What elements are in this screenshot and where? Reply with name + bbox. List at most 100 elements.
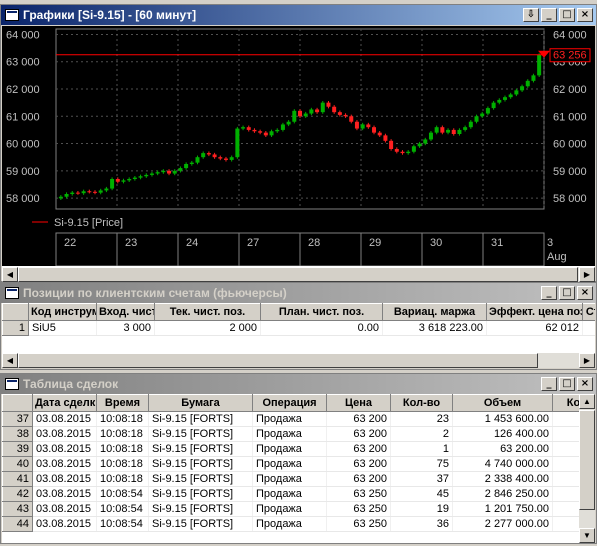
- date-label: 30: [430, 237, 442, 249]
- table-row[interactable]: 44 03.08.2015 10:08:54 Si-9.15 [FORTS] Прода…: [2, 516, 579, 532]
- candle-body: [337, 112, 342, 115]
- table-row[interactable]: 43 03.08.2015 10:08:54 Si-9.15 [FORTS] Прода…: [2, 501, 579, 517]
- col-header[interactable]: Кол-во: [390, 394, 453, 412]
- candle-body: [144, 174, 149, 177]
- col-header[interactable]: Эффект. цена поз.: [486, 303, 583, 321]
- candle-body: [537, 54, 542, 76]
- col-header[interactable]: Время: [96, 394, 149, 412]
- table-row[interactable]: 39 03.08.2015 10:08:18 Si-9.15 [FORTS] Прода…: [2, 441, 579, 457]
- col-header[interactable]: Ст: [582, 303, 595, 321]
- maximize-icon[interactable]: □: [559, 8, 575, 22]
- positions-titlebar[interactable]: Позиции по клиентским счетам (фьючерсы) …: [1, 283, 596, 303]
- trades-window-icon: [5, 378, 19, 390]
- trades-titlebar[interactable]: Таблица сделок _ □ ×: [1, 374, 596, 394]
- candle-body: [451, 129, 456, 134]
- candle-body: [223, 158, 228, 160]
- cell-sec: Si-9.15 [FORTS]: [148, 411, 253, 427]
- col-header[interactable]: Код инструмента: [28, 303, 97, 321]
- scroll-left-icon[interactable]: ◀: [2, 267, 18, 282]
- chart-titlebar[interactable]: Графики [Si-9.15] - [60 минут] ⇩ _ □ ×: [1, 5, 596, 25]
- scroll-thumb[interactable]: [579, 410, 595, 510]
- cell-sec: Si-9.15 [FORTS]: [148, 501, 253, 517]
- chart-window-title: Графики [Si-9.15] - [60 минут]: [23, 8, 197, 22]
- scroll-right-icon[interactable]: ▶: [579, 267, 595, 282]
- cell-date: 03.08.2015: [32, 516, 97, 532]
- cell-date: 03.08.2015: [32, 471, 97, 487]
- candle-body: [235, 128, 240, 158]
- cell-op: Продажа: [252, 516, 327, 532]
- close-icon[interactable]: ×: [577, 8, 593, 22]
- candle-body: [480, 113, 485, 117]
- close-icon[interactable]: ×: [577, 377, 593, 391]
- trades-vscrollbar[interactable]: ▲ ▼: [579, 394, 595, 543]
- date-label: 31: [491, 237, 503, 249]
- cell-price: 63 200: [326, 441, 391, 457]
- table-row[interactable]: 1 SiU5 3 000 2 000 0.00 3 618 223.00 62 …: [2, 320, 595, 336]
- col-header[interactable]: Ком: [552, 394, 579, 412]
- scroll-up-icon[interactable]: ▲: [579, 394, 595, 409]
- cell-n: 40: [2, 456, 33, 472]
- positions-hscrollbar[interactable]: ◀ ▶: [2, 352, 595, 368]
- col-header[interactable]: Операция: [252, 394, 327, 412]
- candle-body: [514, 90, 519, 95]
- chart-hscrollbar[interactable]: ◀ ▶: [2, 266, 595, 282]
- maximize-icon[interactable]: □: [559, 286, 575, 300]
- col-header[interactable]: Цена: [326, 394, 391, 412]
- candle-body: [269, 131, 274, 136]
- candle-body: [406, 151, 411, 154]
- y-tick-label: 59 000: [6, 166, 40, 178]
- cell-n: 39: [2, 441, 33, 457]
- scroll-thumb[interactable]: [18, 353, 538, 368]
- cell-n: 42: [2, 486, 33, 502]
- col-header[interactable]: Вход. чистые: [96, 303, 155, 321]
- pin-icon[interactable]: ⇩: [523, 8, 539, 22]
- chart-window-icon: [5, 9, 19, 21]
- scroll-thumb[interactable]: [18, 267, 578, 282]
- scroll-left-icon[interactable]: ◀: [2, 353, 18, 368]
- col-header[interactable]: План. чист. поз.: [260, 303, 383, 321]
- trades-window[interactable]: Таблица сделок _ □ × Дата сделки Время Б…: [0, 373, 597, 544]
- candle-body: [212, 154, 217, 158]
- cell-date: 03.08.2015: [32, 411, 97, 427]
- minimize-icon[interactable]: _: [541, 8, 557, 22]
- col-header[interactable]: Тек. чист. поз.: [154, 303, 261, 321]
- cell-op: Продажа: [252, 471, 327, 487]
- minimize-icon[interactable]: _: [541, 286, 557, 300]
- candle-body: [263, 132, 268, 136]
- candle-body: [155, 172, 160, 174]
- candle-body: [354, 121, 359, 129]
- close-icon[interactable]: ×: [577, 286, 593, 300]
- cell-price: 63 200: [326, 411, 391, 427]
- cell-sec: Si-9.15 [FORTS]: [148, 471, 253, 487]
- table-row[interactable]: 42 03.08.2015 10:08:54 Si-9.15 [FORTS] Прода…: [2, 486, 579, 502]
- candle-body: [343, 114, 348, 117]
- cell-margin: 3 618 223.00: [382, 320, 487, 336]
- cell-empty: [582, 320, 595, 336]
- cell-n: 37: [2, 411, 33, 427]
- chart-area[interactable]: 64 000 63 000 62 000 61 000 60 000 59 000 58 0…: [2, 26, 595, 266]
- cell-price: 63 250: [326, 501, 391, 517]
- minimize-icon[interactable]: _: [541, 377, 557, 391]
- col-header[interactable]: Дата сделки: [32, 394, 97, 412]
- scroll-down-icon[interactable]: ▼: [579, 528, 595, 543]
- candle-body: [206, 153, 211, 155]
- candle-body: [332, 106, 337, 113]
- scroll-right-icon[interactable]: ▶: [579, 353, 595, 368]
- cell-plan: 0.00: [260, 320, 383, 336]
- col-header[interactable]: Объем: [452, 394, 553, 412]
- positions-table: Код инструмента Вход. чистые Тек. чист. …: [2, 303, 595, 336]
- positions-window[interactable]: Позиции по клиентским счетам (фьючерсы) …: [0, 282, 597, 370]
- chart-window[interactable]: Графики [Si-9.15] - [60 минут] ⇩ _ □ × 6…: [0, 4, 597, 282]
- table-row[interactable]: 41 03.08.2015 10:08:18 Si-9.15 [FORTS] Прода…: [2, 471, 579, 487]
- table-row[interactable]: 40 03.08.2015 10:08:18 Si-9.15 [FORTS] Прода…: [2, 456, 579, 472]
- col-header[interactable]: Бумага: [148, 394, 253, 412]
- table-row[interactable]: 37 03.08.2015 10:08:18 Si-9.15 [FORTS] Прода…: [2, 411, 579, 427]
- cell-date: 03.08.2015: [32, 501, 97, 517]
- row-number: 1: [2, 320, 29, 336]
- maximize-icon[interactable]: □: [559, 377, 575, 391]
- price-chart[interactable]: 64 000 63 000 62 000 61 000 60 000 59 000 58 0…: [2, 26, 595, 266]
- cell-empty: [552, 471, 579, 487]
- date-sublabel: Aug: [547, 251, 567, 263]
- table-row[interactable]: 38 03.08.2015 10:08:18 Si-9.15 [FORTS] Прода…: [2, 426, 579, 442]
- col-header[interactable]: Вариац. маржа: [382, 303, 487, 321]
